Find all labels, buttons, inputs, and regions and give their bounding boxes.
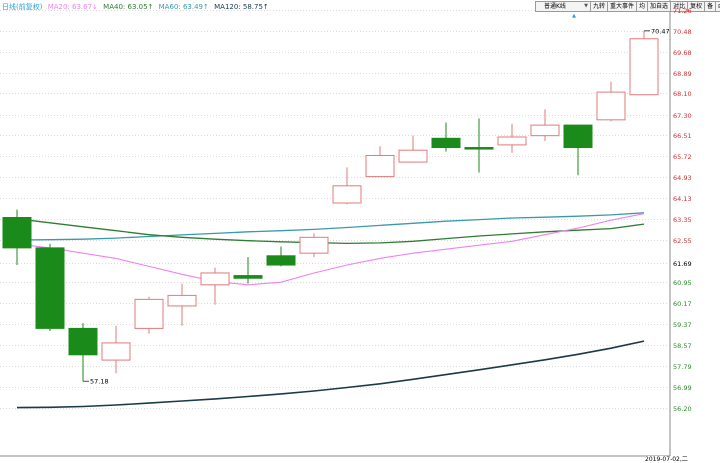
nine-turn-button[interactable]: 九转 [590, 1, 609, 12]
y-tick-label: 69.68 [673, 48, 692, 57]
candle-body [266, 255, 296, 266]
candle [431, 122, 461, 152]
candle-body [134, 298, 164, 329]
candle [167, 283, 197, 326]
kline-mode-select[interactable]: 普通K线 ▼ ▲ [535, 1, 591, 19]
y-tick-label: 62.55 [673, 236, 692, 245]
candle [266, 246, 296, 267]
candlestick-chart[interactable]: 70.47 57.18 [0, 0, 720, 463]
candle-body [101, 342, 131, 361]
candle [299, 233, 329, 258]
candle-body [629, 38, 659, 96]
y-tick-label: 63.35 [673, 215, 692, 224]
y-tick-label: 68.89 [673, 69, 692, 78]
candle [596, 81, 626, 122]
y-tick-label: 56.99 [673, 383, 692, 392]
legend-ma60: MA60: 63.49↑ [158, 3, 209, 11]
candle [530, 109, 560, 141]
legend-ma120: MA120: 58.75↑ [214, 3, 269, 11]
legend-main: 日线(前复权) [2, 3, 43, 11]
candle-body [332, 185, 362, 204]
candle [134, 296, 164, 334]
candle [68, 323, 98, 382]
candle-body [497, 136, 527, 146]
candle-body [365, 154, 395, 178]
candle-body [596, 91, 626, 121]
moving-average-lines [16, 212, 645, 409]
candle [563, 124, 593, 176]
y-tick-label: 66.51 [673, 131, 692, 140]
y-tick-label: 71.26 [673, 6, 692, 15]
y-tick-label: 59.37 [673, 320, 692, 329]
candle [497, 123, 527, 153]
ma20-line [16, 213, 645, 286]
indicator-legend: 日线(前复权) MA20: 63.67↓ MA40: 63.05↑ MA60: … [2, 1, 272, 13]
y-tick-label: 57.79 [673, 362, 692, 371]
y-tick-label: 56.20 [673, 404, 692, 413]
grid-lines [0, 0, 671, 463]
y-tick-label: 58.57 [673, 341, 692, 350]
candle-body [464, 147, 494, 150]
chevron-down-icon: ▼ [584, 3, 588, 9]
candle-body [167, 294, 197, 307]
candle [398, 135, 428, 163]
max-price-label: 70.47 [651, 27, 670, 35]
candle [365, 146, 395, 178]
kline-mode-value: 普通K线 [544, 3, 566, 10]
add-watchlist-button[interactable]: 加自选 [647, 1, 672, 12]
candle [629, 30, 659, 96]
candle-body [200, 272, 230, 286]
candle [464, 118, 494, 173]
y-tick-label: 68.10 [673, 89, 692, 98]
major-events-button[interactable]: 重大事件 [607, 1, 638, 12]
candle-body [431, 137, 461, 149]
candle-body [68, 327, 98, 356]
candles [2, 30, 659, 382]
y-tick-label: 60.95 [673, 278, 692, 287]
y-tick-label: 70.48 [673, 27, 692, 36]
price-annotations: 70.47 57.18 [83, 27, 670, 386]
candle [233, 257, 263, 284]
y-tick-label: 60.17 [673, 299, 692, 308]
y-tick-label: 61.69 [673, 259, 692, 268]
candle-body [563, 124, 593, 149]
min-price-label: 57.18 [90, 378, 109, 386]
y-tick-label: 67.30 [673, 111, 692, 120]
candle [101, 325, 131, 374]
candle-body [530, 124, 560, 137]
ma40-line [16, 218, 645, 245]
y-tick-label: 65.72 [673, 152, 692, 161]
y-tick-label: 64.93 [673, 173, 692, 182]
candle [2, 209, 32, 266]
candle-body [299, 236, 329, 254]
candle-body [2, 217, 32, 249]
candle [332, 167, 362, 205]
candle [200, 267, 230, 305]
candle-body [398, 149, 428, 163]
ma60-line [16, 212, 645, 241]
legend-ma40: MA40: 63.05↑ [103, 3, 154, 11]
caret-up-icon: ▲ [572, 13, 576, 19]
candle-body [35, 247, 65, 329]
candle [35, 243, 65, 332]
cursor-date-label: 2019-07-02,二 [645, 456, 688, 463]
y-tick-label: 64.13 [673, 194, 692, 203]
legend-ma20: MA20: 63.67↓ [47, 3, 98, 11]
candle-body [233, 275, 263, 279]
